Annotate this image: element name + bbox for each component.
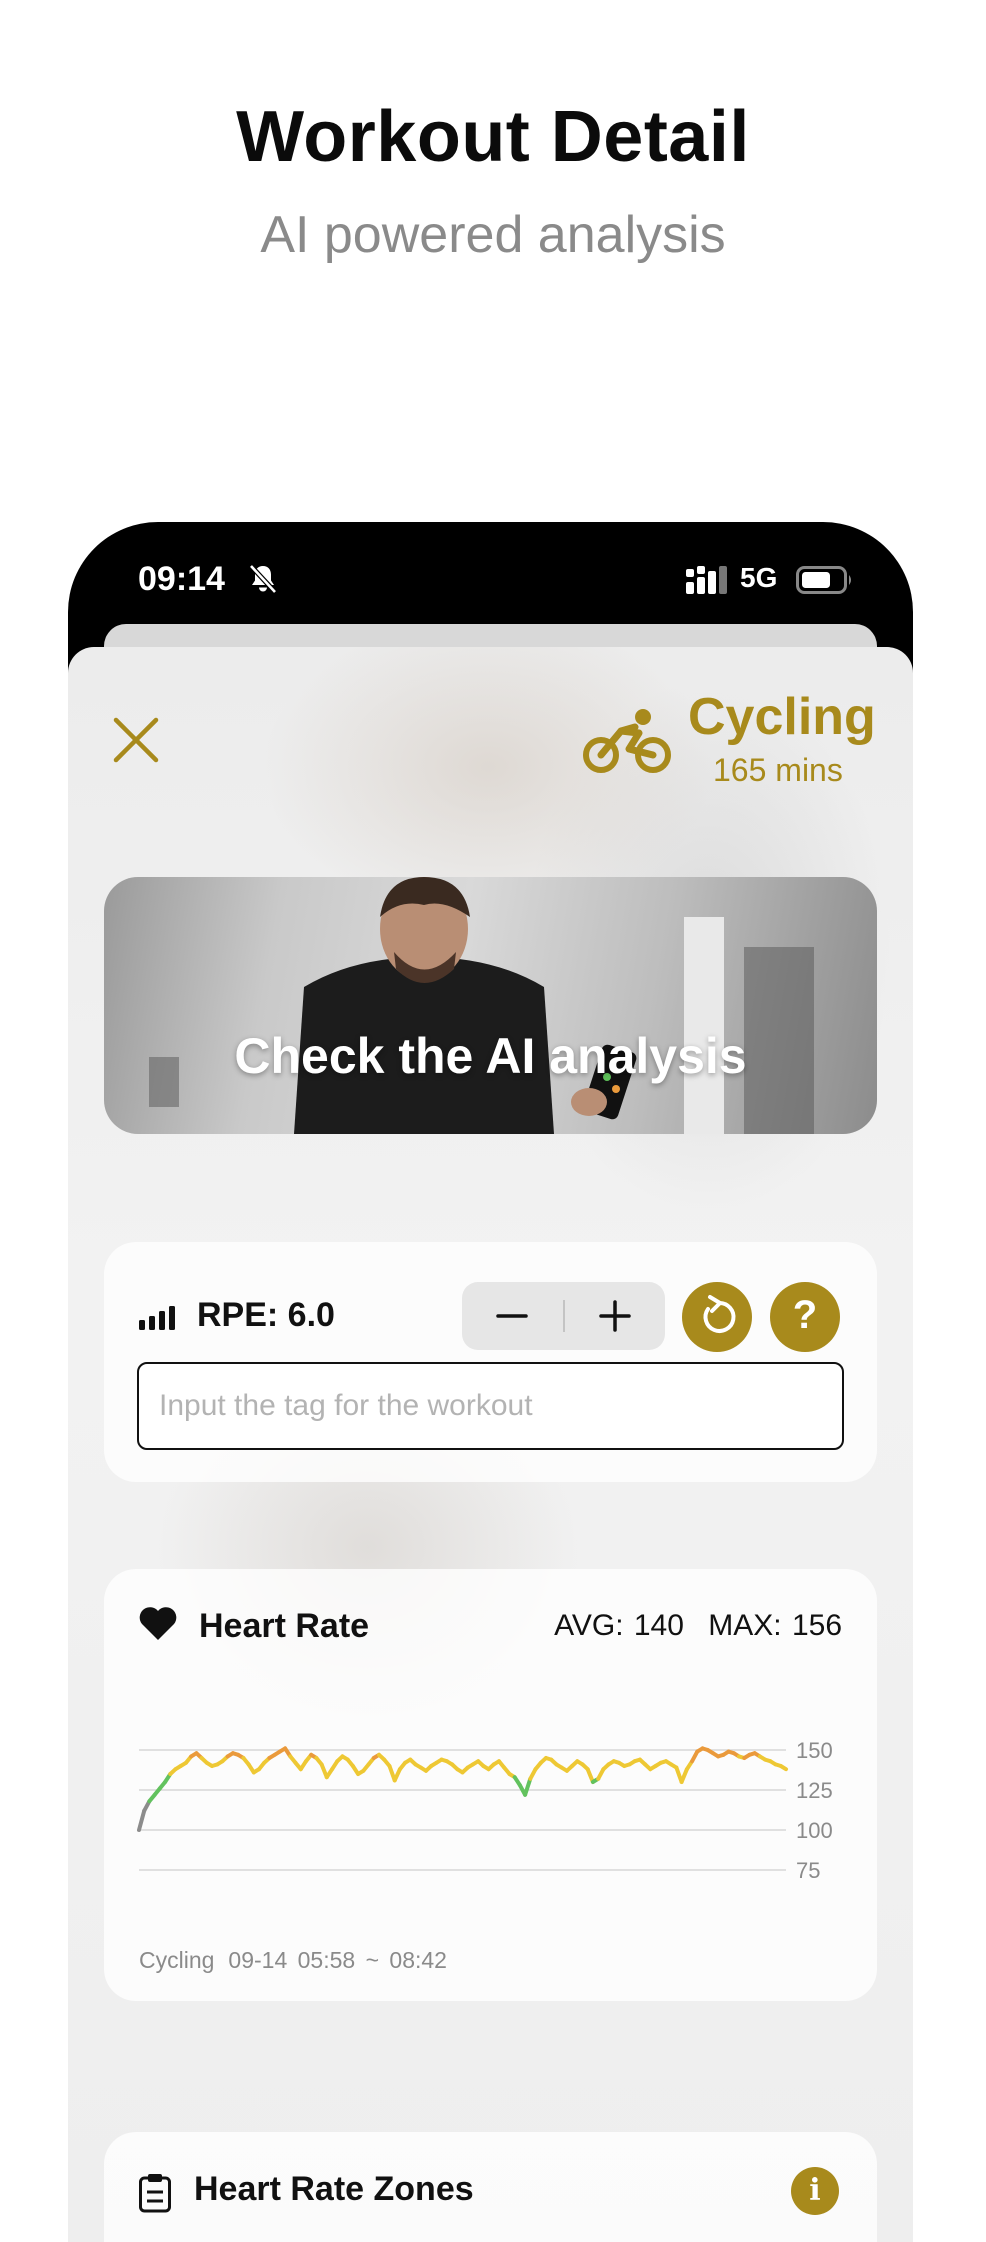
rpe-stepper	[462, 1282, 665, 1350]
bicycle-icon	[583, 709, 671, 773]
plus-icon[interactable]	[565, 1282, 665, 1350]
refresh-icon	[703, 1295, 736, 1333]
info-icon: i	[809, 2173, 821, 2208]
heart-rate-card: Heart Rate AVG: 140 MAX: 156 150 125 100 75…	[104, 1569, 877, 2001]
promo-title: Workout Detail	[236, 97, 750, 177]
chart-footer: Cycling 09-14 05:58 ~ 08:42	[139, 1947, 461, 1974]
bell-slash-icon	[249, 564, 277, 594]
activity-name: Cycling	[688, 688, 876, 746]
help-button[interactable]: ?	[770, 1282, 840, 1352]
y-tick-label: 150	[796, 1738, 833, 1763]
ai-analysis-banner[interactable]: Check the AI analysis	[104, 877, 877, 1134]
question-icon: ?	[792, 1293, 818, 1337]
promo-subtitle: AI powered analysis	[260, 206, 726, 264]
y-tick-label: 125	[796, 1778, 833, 1803]
heart-rate-line-segment	[137, 1808, 147, 1832]
heart-rate-line-segment	[679, 1767, 689, 1784]
activity-duration: 165 mins	[713, 752, 843, 788]
refresh-button[interactable]	[682, 1282, 752, 1352]
heart-rate-zones-title: Heart Rate Zones	[194, 2170, 474, 2208]
heart-rate-zones-card: Heart Rate Zones i	[104, 2132, 877, 2242]
heart-rate-line-segment	[523, 1776, 533, 1797]
workout-detail-screen: Cycling 165 mins Check the AI analysis R…	[68, 647, 913, 2242]
close-icon[interactable]	[108, 712, 164, 768]
heart-rate-chart: 150 125 100 75	[137, 1738, 833, 1883]
chart-date-range: 09-14 05:58 ~ 08:42	[228, 1947, 447, 1973]
workout-tag-input[interactable]	[137, 1362, 844, 1450]
minus-icon[interactable]	[462, 1282, 562, 1350]
signal-bars-icon	[139, 1306, 175, 1330]
info-button[interactable]: i	[791, 2167, 839, 2215]
network-label: 5G	[740, 562, 778, 593]
clipboard-icon	[139, 2174, 171, 2213]
chart-activity: Cycling	[139, 1947, 215, 1973]
status-time: 09:14	[138, 560, 225, 598]
battery-icon	[796, 566, 851, 594]
heart-rate-line-segment	[585, 1767, 595, 1784]
signal-icon	[686, 566, 727, 594]
status-bar: 09:14 5G	[68, 522, 913, 632]
rpe-label: RPE: 6.0	[197, 1296, 335, 1334]
banner-photo	[149, 877, 814, 1134]
y-tick-label: 75	[796, 1858, 820, 1883]
heart-rate-line-segment	[778, 1764, 788, 1772]
phone-frame: 09:14 5G Cycling 165 mins Check the AI a…	[68, 522, 913, 2242]
rpe-card: RPE: 6.0 ?	[104, 1242, 877, 1482]
y-tick-label: 100	[796, 1818, 833, 1843]
banner-title: Check the AI analysis	[234, 1028, 747, 1084]
